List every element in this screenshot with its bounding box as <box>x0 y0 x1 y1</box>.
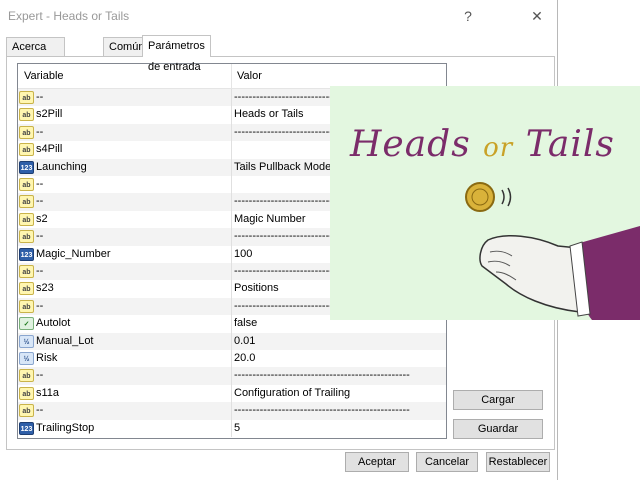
variable-name: -- <box>36 178 44 190</box>
variable-value[interactable]: ----------------------------------------… <box>234 367 444 384</box>
header-variable[interactable]: Variable <box>18 64 64 88</box>
header-value[interactable]: Valor <box>231 64 262 88</box>
string-type-icon: ab <box>19 178 34 191</box>
variable-value[interactable]: 0.01 <box>234 333 444 350</box>
string-type-icon: ab <box>19 299 34 313</box>
string-type-icon: ab <box>19 108 34 122</box>
variable-name: s23 <box>36 282 54 295</box>
promo-banner: Heads or Tails <box>330 86 640 320</box>
variable-name: -- <box>36 125 44 138</box>
variable-name: -- <box>36 265 44 277</box>
variable-name: -- <box>36 369 44 382</box>
table-row[interactable]: ab -- ------------------------------------… <box>18 367 446 385</box>
string-type-icon: ab <box>19 125 34 139</box>
help-icon[interactable]: ? <box>457 5 479 27</box>
variable-name: s11a <box>36 386 60 399</box>
table-row[interactable]: ab s11a Configuration of Trailing <box>18 384 446 403</box>
table-row[interactable]: ½ Manual_Lot 0.01 <box>18 332 446 350</box>
variable-name: Magic_Number <box>36 247 111 260</box>
string-type-icon: ab <box>19 404 34 418</box>
string-type-icon: ab <box>19 282 34 296</box>
string-type-icon: ab <box>19 143 34 157</box>
cell-divider <box>231 280 232 298</box>
cell-divider <box>231 297 232 316</box>
integer-type-icon: 123 <box>19 160 34 174</box>
cell-divider <box>231 263 232 281</box>
cell-divider <box>231 193 232 211</box>
variable-name: s4Pill <box>36 143 63 156</box>
cell-divider <box>231 332 232 350</box>
title-bar: Expert - Heads or Tails ? ✕ <box>0 0 557 31</box>
cell-divider <box>231 315 232 333</box>
tab-about[interactable]: Acerca del programa <box>6 37 66 89</box>
cancel-button[interactable]: Cancelar <box>416 452 478 472</box>
string-type-icon: ab <box>19 369 34 383</box>
reset-button[interactable]: Restablecer <box>486 452 550 472</box>
double-type-icon: ½ <box>19 352 34 365</box>
string-type-icon: ab <box>19 265 34 278</box>
integer-type-icon: 123 <box>19 421 34 435</box>
table-row[interactable]: ab -- ------------------------------------… <box>18 402 446 420</box>
variable-value[interactable]: 20.0 <box>234 350 444 367</box>
variable-name: -- <box>36 299 44 312</box>
variable-value[interactable]: ----------------------------------------… <box>234 402 444 419</box>
string-type-icon: ab <box>19 386 34 400</box>
integer-type-icon: 123 <box>19 247 34 261</box>
variable-name: Launching <box>36 160 87 173</box>
variable-name: Risk <box>36 352 58 364</box>
double-type-icon: ½ <box>19 334 34 348</box>
variable-name: Manual_Lot <box>36 334 94 347</box>
variable-value[interactable]: Configuration of Trailing <box>234 385 444 402</box>
coin-icon <box>465 182 495 212</box>
cell-divider <box>231 350 232 368</box>
coin-flip-illustration <box>465 182 640 320</box>
cell-divider <box>231 384 232 403</box>
string-type-icon: ab <box>19 91 34 104</box>
cell-divider <box>231 419 232 437</box>
cell-divider <box>231 210 232 229</box>
save-button[interactable]: Guardar <box>453 419 543 439</box>
window-title: Expert - Heads or Tails <box>8 9 130 23</box>
variable-name: -- <box>36 230 44 243</box>
cell-divider <box>231 158 232 176</box>
ok-button[interactable]: Aceptar <box>345 452 409 472</box>
string-type-icon: ab <box>19 230 34 244</box>
load-button[interactable]: Cargar <box>453 390 543 410</box>
cell-divider <box>231 228 232 246</box>
variable-name: Autolot <box>36 317 71 330</box>
close-icon[interactable]: ✕ <box>526 5 548 27</box>
table-row[interactable]: ½ Risk 20.0 <box>18 350 446 368</box>
cell-divider <box>231 89 232 107</box>
variable-name: TrailingStop <box>36 421 95 434</box>
variable-name: -- <box>36 91 44 103</box>
cell-divider <box>231 402 232 420</box>
table-row[interactable]: 123 TrailingStop 5 <box>18 419 446 437</box>
variable-value[interactable]: 5 <box>234 420 444 437</box>
cell-divider <box>231 367 232 385</box>
variable-name: s2 <box>36 212 48 225</box>
boolean-type-icon: ✓ <box>19 317 34 331</box>
variable-name: s2Pill <box>36 108 63 121</box>
string-type-icon: ab <box>19 212 34 226</box>
cell-divider <box>231 245 232 263</box>
cell-divider <box>231 123 232 142</box>
cell-divider <box>231 176 232 194</box>
tab-input-parameters[interactable]: Parámetros de entrada <box>142 35 211 73</box>
string-type-icon: ab <box>19 195 34 209</box>
variable-name: -- <box>36 195 44 208</box>
cell-divider <box>231 106 232 124</box>
variable-name: -- <box>36 404 44 417</box>
cell-divider <box>231 141 232 159</box>
